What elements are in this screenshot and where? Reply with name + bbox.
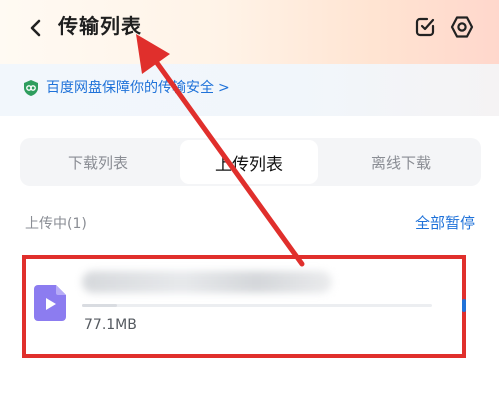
transfer-tabs: 下载列表 上传列表 离线下载 xyxy=(20,138,481,186)
security-banner-text: 百度网盘保障你的传输安全 xyxy=(46,80,214,96)
select-button[interactable] xyxy=(410,12,440,42)
upload-item[interactable]: 77.1MB xyxy=(22,255,466,358)
file-name xyxy=(82,271,332,293)
settings-hexagon-icon xyxy=(450,16,474,38)
security-area: 百度网盘保障你的传输安全 > xyxy=(0,64,499,116)
page-title: 传输列表 xyxy=(58,14,142,38)
tab-upload-list[interactable]: 上传列表 xyxy=(180,140,318,184)
settings-button[interactable] xyxy=(447,12,477,42)
upload-progress-fill xyxy=(82,304,117,307)
video-file-icon xyxy=(34,285,66,321)
uploading-section-title: 上传中(1) xyxy=(25,216,87,232)
pause-all-button[interactable]: 全部暂停 xyxy=(415,212,475,233)
upload-status-indicator[interactable] xyxy=(462,299,466,312)
security-banner[interactable]: 百度网盘保障你的传输安全 > xyxy=(22,76,230,100)
app-header: 传输列表 xyxy=(0,0,499,64)
shield-icon xyxy=(24,80,38,96)
upload-progress-bar xyxy=(82,304,432,307)
checkbox-icon xyxy=(415,17,435,37)
tab-download-list[interactable]: 下载列表 xyxy=(24,140,172,184)
chevron-left-icon xyxy=(30,19,41,37)
back-button[interactable] xyxy=(22,14,50,42)
chevron-right-icon: > xyxy=(218,80,230,96)
file-size: 77.1MB xyxy=(84,317,137,333)
tab-offline-download[interactable]: 离线下载 xyxy=(326,140,476,184)
